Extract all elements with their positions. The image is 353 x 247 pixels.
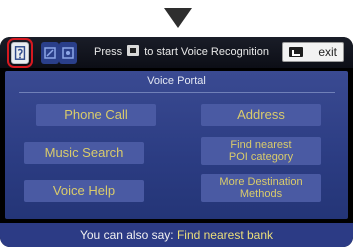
find-poi-line2: POI category (228, 151, 294, 163)
talk-button-icon (127, 45, 140, 56)
panel-title: Voice Portal (147, 75, 206, 87)
prompt-suffix: to start Voice Recognition (144, 46, 269, 58)
exit-label: exit (318, 45, 337, 59)
voice-tip-footer: You can also say: Find nearest bank (0, 223, 353, 247)
footer-example: Find nearest bank (176, 228, 274, 242)
pointer-arrow (164, 8, 192, 28)
navigation-screen: Press to start Voice Recognition exit Vo… (0, 37, 353, 247)
top-bar: Press to start Voice Recognition exit (0, 37, 353, 68)
find-poi-line1: Find nearest (230, 139, 292, 151)
more-dest-line2: Methods (239, 188, 283, 200)
exit-button[interactable]: exit (282, 42, 344, 62)
prompt-prefix: Press (94, 46, 123, 58)
more-dest-line1: More Destination (219, 176, 303, 188)
back-icon (289, 47, 303, 57)
more-destination-methods-button[interactable]: More Destination Methods (201, 174, 321, 202)
voice-recognition-prompt: Press to start Voice Recognition (94, 45, 269, 59)
screen-mode-icon[interactable] (41, 42, 59, 64)
find-nearest-poi-button[interactable]: Find nearest POI category (201, 137, 321, 165)
voice-portal-icon[interactable] (7, 38, 33, 68)
title-divider (19, 92, 335, 93)
voice-portal-panel: Voice Portal Phone Call Address Music Se… (5, 71, 348, 219)
address-button[interactable]: Address (201, 104, 321, 126)
footer-prefix: You can also say: (79, 228, 174, 242)
screen-mode-icon-2[interactable] (59, 42, 77, 64)
phone-call-button[interactable]: Phone Call (36, 104, 156, 126)
music-search-button[interactable]: Music Search (24, 142, 144, 164)
voice-help-button[interactable]: Voice Help (24, 180, 144, 202)
